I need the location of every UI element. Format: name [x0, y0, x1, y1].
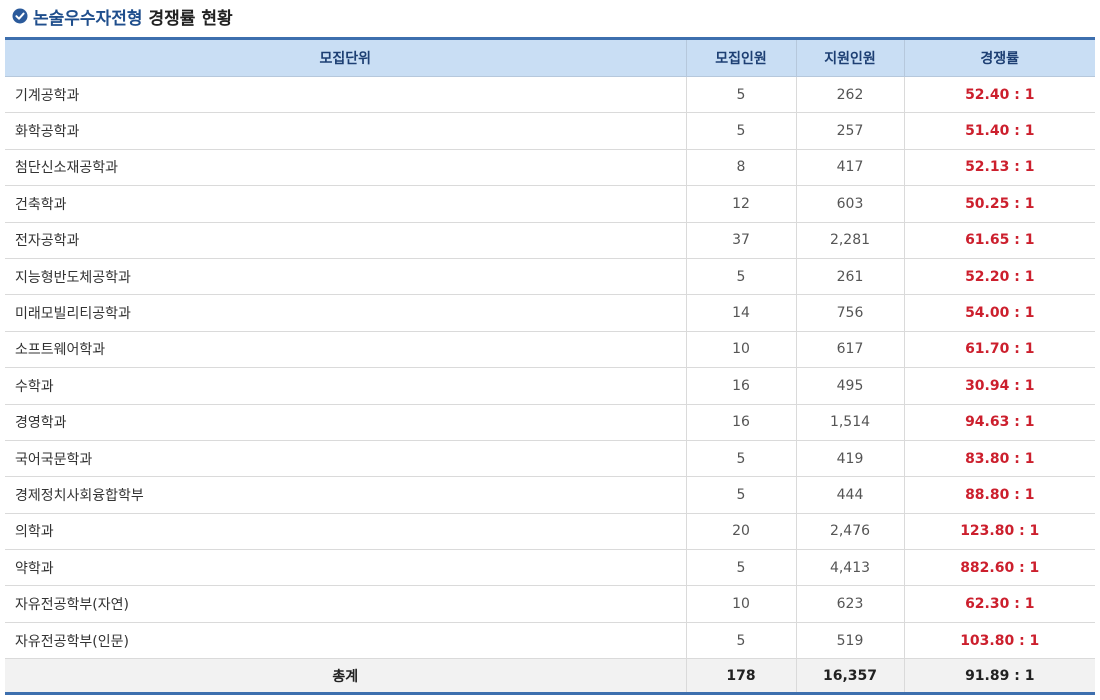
total-label: 총계: [5, 658, 686, 694]
cell-applicants: 603: [795, 185, 904, 223]
cell-rate: 103.80 : 1: [903, 621, 1095, 659]
cell-rate: 52.40 : 1: [903, 75, 1095, 113]
cell-quota: 5: [685, 549, 796, 586]
cell-applicants: 623: [795, 585, 904, 623]
cell-quota: 16: [685, 367, 796, 405]
cell-quota: 16: [685, 403, 796, 441]
cell-quota: 5: [685, 257, 796, 295]
table-row: 소프트웨어학과 10 617 61.70 : 1: [5, 330, 1095, 368]
cell-quota: 8: [685, 148, 796, 186]
cell-unit: 약학과: [5, 549, 686, 586]
cell-applicants: 2,476: [795, 512, 904, 550]
cell-quota: 5: [685, 112, 796, 150]
cell-applicants: 2,281: [795, 221, 904, 259]
cell-quota: 5: [685, 621, 796, 659]
table-row: 첨단신소재공학과 8 417 52.13 : 1: [5, 148, 1095, 186]
cell-rate: 30.94 : 1: [903, 367, 1095, 405]
cell-quota: 12: [685, 185, 796, 223]
cell-rate: 88.80 : 1: [903, 476, 1095, 514]
cell-unit: 미래모빌리티공학과: [5, 294, 686, 332]
cell-rate: 83.80 : 1: [903, 439, 1095, 477]
cell-applicants: 419: [795, 439, 904, 477]
cell-quota: 5: [685, 439, 796, 477]
cell-unit: 자유전공학부(인문): [5, 621, 686, 659]
cell-applicants: 1,514: [795, 403, 904, 441]
cell-quota: 5: [685, 476, 796, 514]
table-row: 전자공학과 37 2,281 61.65 : 1: [5, 221, 1095, 259]
total-applicants: 16,357: [795, 658, 904, 694]
cell-unit: 국어국문학과: [5, 439, 686, 477]
cell-rate: 52.13 : 1: [903, 148, 1095, 186]
cell-unit: 소프트웨어학과: [5, 330, 686, 368]
header-quota: 모집인원: [685, 38, 796, 77]
table-row: 수학과 16 495 30.94 : 1: [5, 367, 1095, 405]
total-rate: 91.89 : 1: [903, 658, 1095, 694]
cell-applicants: 417: [795, 148, 904, 186]
cell-quota: 10: [685, 585, 796, 623]
cell-quota: 10: [685, 330, 796, 368]
cell-applicants: 756: [795, 294, 904, 332]
table-row: 의학과 20 2,476 123.80 : 1: [5, 512, 1095, 550]
table-row: 지능형반도체공학과 5 261 52.20 : 1: [5, 257, 1095, 295]
cell-unit: 기계공학과: [5, 75, 686, 113]
cell-applicants: 257: [795, 112, 904, 150]
cell-quota: 20: [685, 512, 796, 550]
table-row: 자유전공학부(자연) 10 623 62.30 : 1: [5, 585, 1095, 623]
cell-rate: 123.80 : 1: [903, 512, 1095, 550]
cell-rate: 54.00 : 1: [903, 294, 1095, 332]
table-row: 경영학과 16 1,514 94.63 : 1: [5, 403, 1095, 441]
cell-rate: 882.60 : 1: [903, 549, 1095, 586]
cell-quota: 5: [685, 75, 796, 113]
cell-applicants: 4,413: [795, 549, 904, 586]
cell-unit: 건축학과: [5, 185, 686, 223]
cell-rate: 61.65 : 1: [903, 221, 1095, 259]
cell-unit: 경영학과: [5, 403, 686, 441]
table-body: 기계공학과 5 262 52.40 : 1 화학공학과 5 257 51.40 : 1 첨단신소…: [5, 75, 1095, 659]
table-row: 자유전공학부(인문) 5 519 103.80 : 1: [5, 621, 1095, 659]
cell-unit: 경제정치사회융합학부: [5, 476, 686, 514]
cell-unit: 수학과: [5, 367, 686, 405]
total-quota: 178: [685, 658, 796, 694]
cell-applicants: 444: [795, 476, 904, 514]
cell-rate: 52.20 : 1: [903, 257, 1095, 295]
cell-unit: 의학과: [5, 512, 686, 550]
cell-rate: 50.25 : 1: [903, 185, 1095, 223]
cell-applicants: 519: [795, 621, 904, 659]
cell-rate: 61.70 : 1: [903, 330, 1095, 368]
cell-unit: 지능형반도체공학과: [5, 257, 686, 295]
cell-quota: 14: [685, 294, 796, 332]
cell-unit: 화학공학과: [5, 112, 686, 150]
cell-applicants: 495: [795, 367, 904, 405]
cell-rate: 62.30 : 1: [903, 585, 1095, 623]
table-row: 화학공학과 5 257 51.40 : 1: [5, 112, 1095, 150]
table-row: 국어국문학과 5 419 83.80 : 1: [5, 439, 1095, 477]
table-row: 약학과 5 4,413 882.60 : 1: [5, 549, 1095, 586]
heading-accent: 논술우수자전형: [33, 8, 143, 29]
heading-rest: 경쟁률 현황: [148, 8, 233, 29]
total-row: 총계 178 16,357 91.89 : 1: [5, 658, 1095, 694]
page: 논술우수자전형 경쟁률 현황 모집단위 모집인원 지원인원 경쟁률 기계공학과 5…: [0, 0, 1100, 700]
cell-unit: 전자공학과: [5, 221, 686, 259]
cell-applicants: 261: [795, 257, 904, 295]
table-row: 기계공학과 5 262 52.40 : 1: [5, 75, 1095, 113]
header-rate: 경쟁률: [903, 38, 1095, 77]
cell-unit: 첨단신소재공학과: [5, 148, 686, 186]
check-circle-icon: [12, 8, 28, 24]
table-header-row: 모집단위 모집인원 지원인원 경쟁률: [5, 38, 1095, 77]
cell-applicants: 617: [795, 330, 904, 368]
header-applicants: 지원인원: [795, 38, 904, 77]
table-row: 건축학과 12 603 50.25 : 1: [5, 185, 1095, 223]
cell-quota: 37: [685, 221, 796, 259]
section-heading: 논술우수자전형 경쟁률 현황: [12, 4, 233, 29]
cell-unit: 자유전공학부(자연): [5, 585, 686, 623]
competition-table: 모집단위 모집인원 지원인원 경쟁률 기계공학과 5 262 52.40 : 1 화학공…: [5, 37, 1095, 696]
cell-applicants: 262: [795, 75, 904, 113]
header-unit: 모집단위: [5, 38, 686, 77]
cell-rate: 51.40 : 1: [903, 112, 1095, 150]
table-row: 미래모빌리티공학과 14 756 54.00 : 1: [5, 294, 1095, 332]
table-row: 경제정치사회융합학부 5 444 88.80 : 1: [5, 476, 1095, 514]
cell-rate: 94.63 : 1: [903, 403, 1095, 441]
